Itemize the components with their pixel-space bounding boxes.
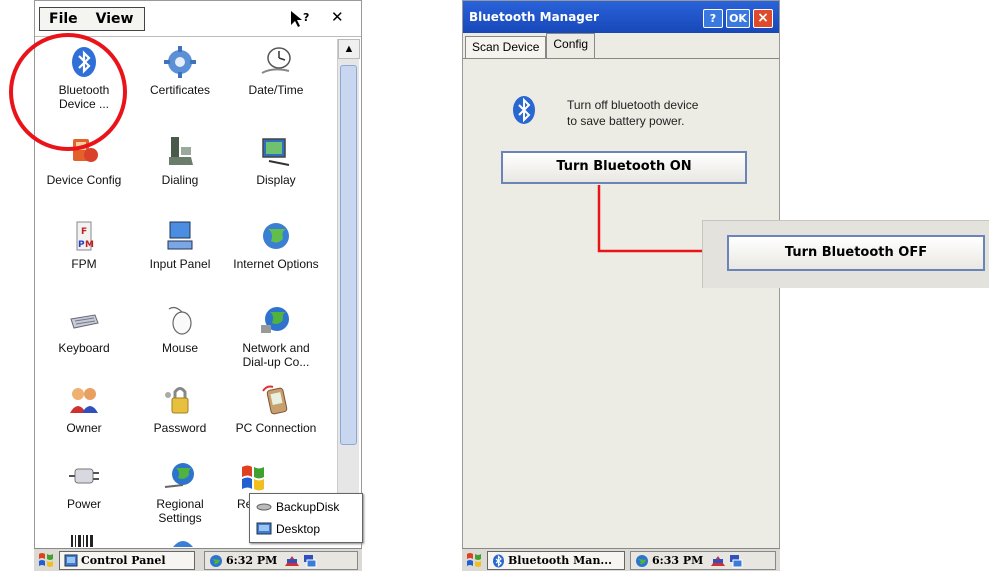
ok-button[interactable]: OK (726, 9, 750, 28)
bluetooth-icon (513, 96, 535, 124)
windows-switch-icon[interactable] (729, 554, 743, 568)
menu-file[interactable]: File (40, 11, 87, 27)
partial-globe-icon (173, 541, 193, 547)
cp-item-mouse[interactable]: Mouse (135, 303, 225, 355)
callout-panel: Turn Bluetooth OFF (702, 220, 989, 288)
keyboard-monitor-icon (167, 221, 193, 250)
cp-item-owner[interactable]: Owner (39, 383, 129, 435)
cp-item-network[interactable]: Network and Dial-up Co... (231, 303, 321, 369)
tab-divider (463, 58, 779, 59)
network-tray-icon[interactable] (635, 554, 649, 568)
popup-item-backupdisk[interactable]: BackupDisk (256, 500, 339, 514)
help-button[interactable]: ? (703, 9, 723, 28)
cp-item-fpm[interactable]: F P M FPM (39, 219, 129, 271)
svg-text:P: P (78, 240, 85, 250)
display-icon (262, 138, 290, 166)
highlight-circle (9, 33, 127, 151)
people-icon (70, 388, 98, 413)
network-globe-icon (261, 307, 289, 333)
power-plug-icon (69, 468, 99, 484)
cp-item-regional[interactable]: Regional Settings (135, 459, 225, 525)
phone-icon (169, 137, 193, 165)
info-line-1: Turn off bluetooth device (567, 98, 699, 112)
close-button[interactable]: × (753, 9, 773, 28)
tab-config[interactable]: Config (546, 33, 596, 58)
cp-item-power[interactable]: Power (39, 459, 129, 511)
cp-item-keyboard[interactable]: Keyboard (39, 303, 129, 355)
cp-item-certificates[interactable]: Certificates (135, 45, 225, 97)
cp-item-dialing[interactable]: Dialing (135, 135, 225, 187)
barcode-icon (71, 535, 93, 547)
menu-group: File View (39, 7, 145, 31)
start-flag-icon[interactable] (466, 552, 482, 568)
windows-switch-icon[interactable] (303, 554, 317, 568)
right-system-tray: 6:33 PM (630, 551, 776, 570)
keyboard-icon (70, 314, 99, 329)
desktop-popup-menu: BackupDisk Desktop (249, 493, 363, 543)
info-message: Turn off bluetooth device to save batter… (567, 97, 698, 129)
control-panel-icon (64, 554, 78, 567)
taskbar-control-panel[interactable]: Control Panel (59, 551, 195, 570)
left-taskbar: Control Panel 6:32 PM (34, 548, 362, 571)
close-icon[interactable]: ✕ (331, 8, 344, 26)
globe-icon (263, 223, 289, 249)
right-taskbar: Bluetooth Man... 6:33 PM (462, 548, 780, 571)
svg-text:?: ? (303, 11, 309, 24)
input-method-icon[interactable] (284, 554, 300, 568)
certificates-icon (164, 46, 196, 78)
cp-item-display[interactable]: Display (231, 135, 321, 187)
start-flag-icon[interactable] (38, 552, 54, 568)
scroll-thumb[interactable] (340, 65, 357, 445)
vertical-scrollbar[interactable]: ▲ (337, 39, 360, 539)
mouse-icon (168, 306, 192, 335)
pda-icon (262, 385, 288, 415)
left-system-tray: 6:32 PM (204, 551, 358, 570)
info-line-2: to save battery power. (567, 114, 685, 128)
window-title: Bluetooth Manager (469, 10, 599, 24)
cp-item-datetime[interactable]: Date/Time (231, 45, 321, 97)
cp-item-input-panel[interactable]: Input Panel (135, 219, 225, 271)
tab-scan-device[interactable]: Scan Device (465, 36, 547, 58)
cp-item-pc-connection[interactable]: PC Connection (231, 383, 321, 435)
title-bar: Bluetooth Manager ? OK × (463, 1, 779, 33)
fpm-icon: F P M (76, 221, 94, 251)
lock-icon (165, 387, 189, 414)
desktop-icon (256, 522, 272, 535)
popup-item-desktop[interactable]: Desktop (256, 522, 320, 536)
clock-icon (261, 47, 291, 74)
cp-item-internet-options[interactable]: Internet Options (231, 219, 321, 271)
help-pointer-icon[interactable]: ? (289, 9, 311, 29)
scroll-up-icon[interactable]: ▲ (338, 39, 360, 59)
taskbar-bluetooth-manager[interactable]: Bluetooth Man... (487, 551, 625, 570)
menu-bar: File View ? ✕ (35, 1, 361, 37)
disk-icon (256, 503, 272, 511)
input-method-icon[interactable] (710, 554, 726, 568)
cp-item-password[interactable]: Password (135, 383, 225, 435)
turn-bluetooth-off-button[interactable]: Turn Bluetooth OFF (727, 235, 985, 271)
svg-text:F: F (81, 227, 87, 237)
svg-text:M: M (85, 240, 94, 250)
bluetooth-small-icon (493, 554, 504, 567)
menu-view[interactable]: View (87, 11, 143, 27)
tab-strip: Scan Device Config (465, 33, 596, 58)
windows-flag-icon (242, 465, 264, 491)
regional-globe-icon (164, 463, 194, 488)
network-tray-icon[interactable] (209, 554, 223, 568)
